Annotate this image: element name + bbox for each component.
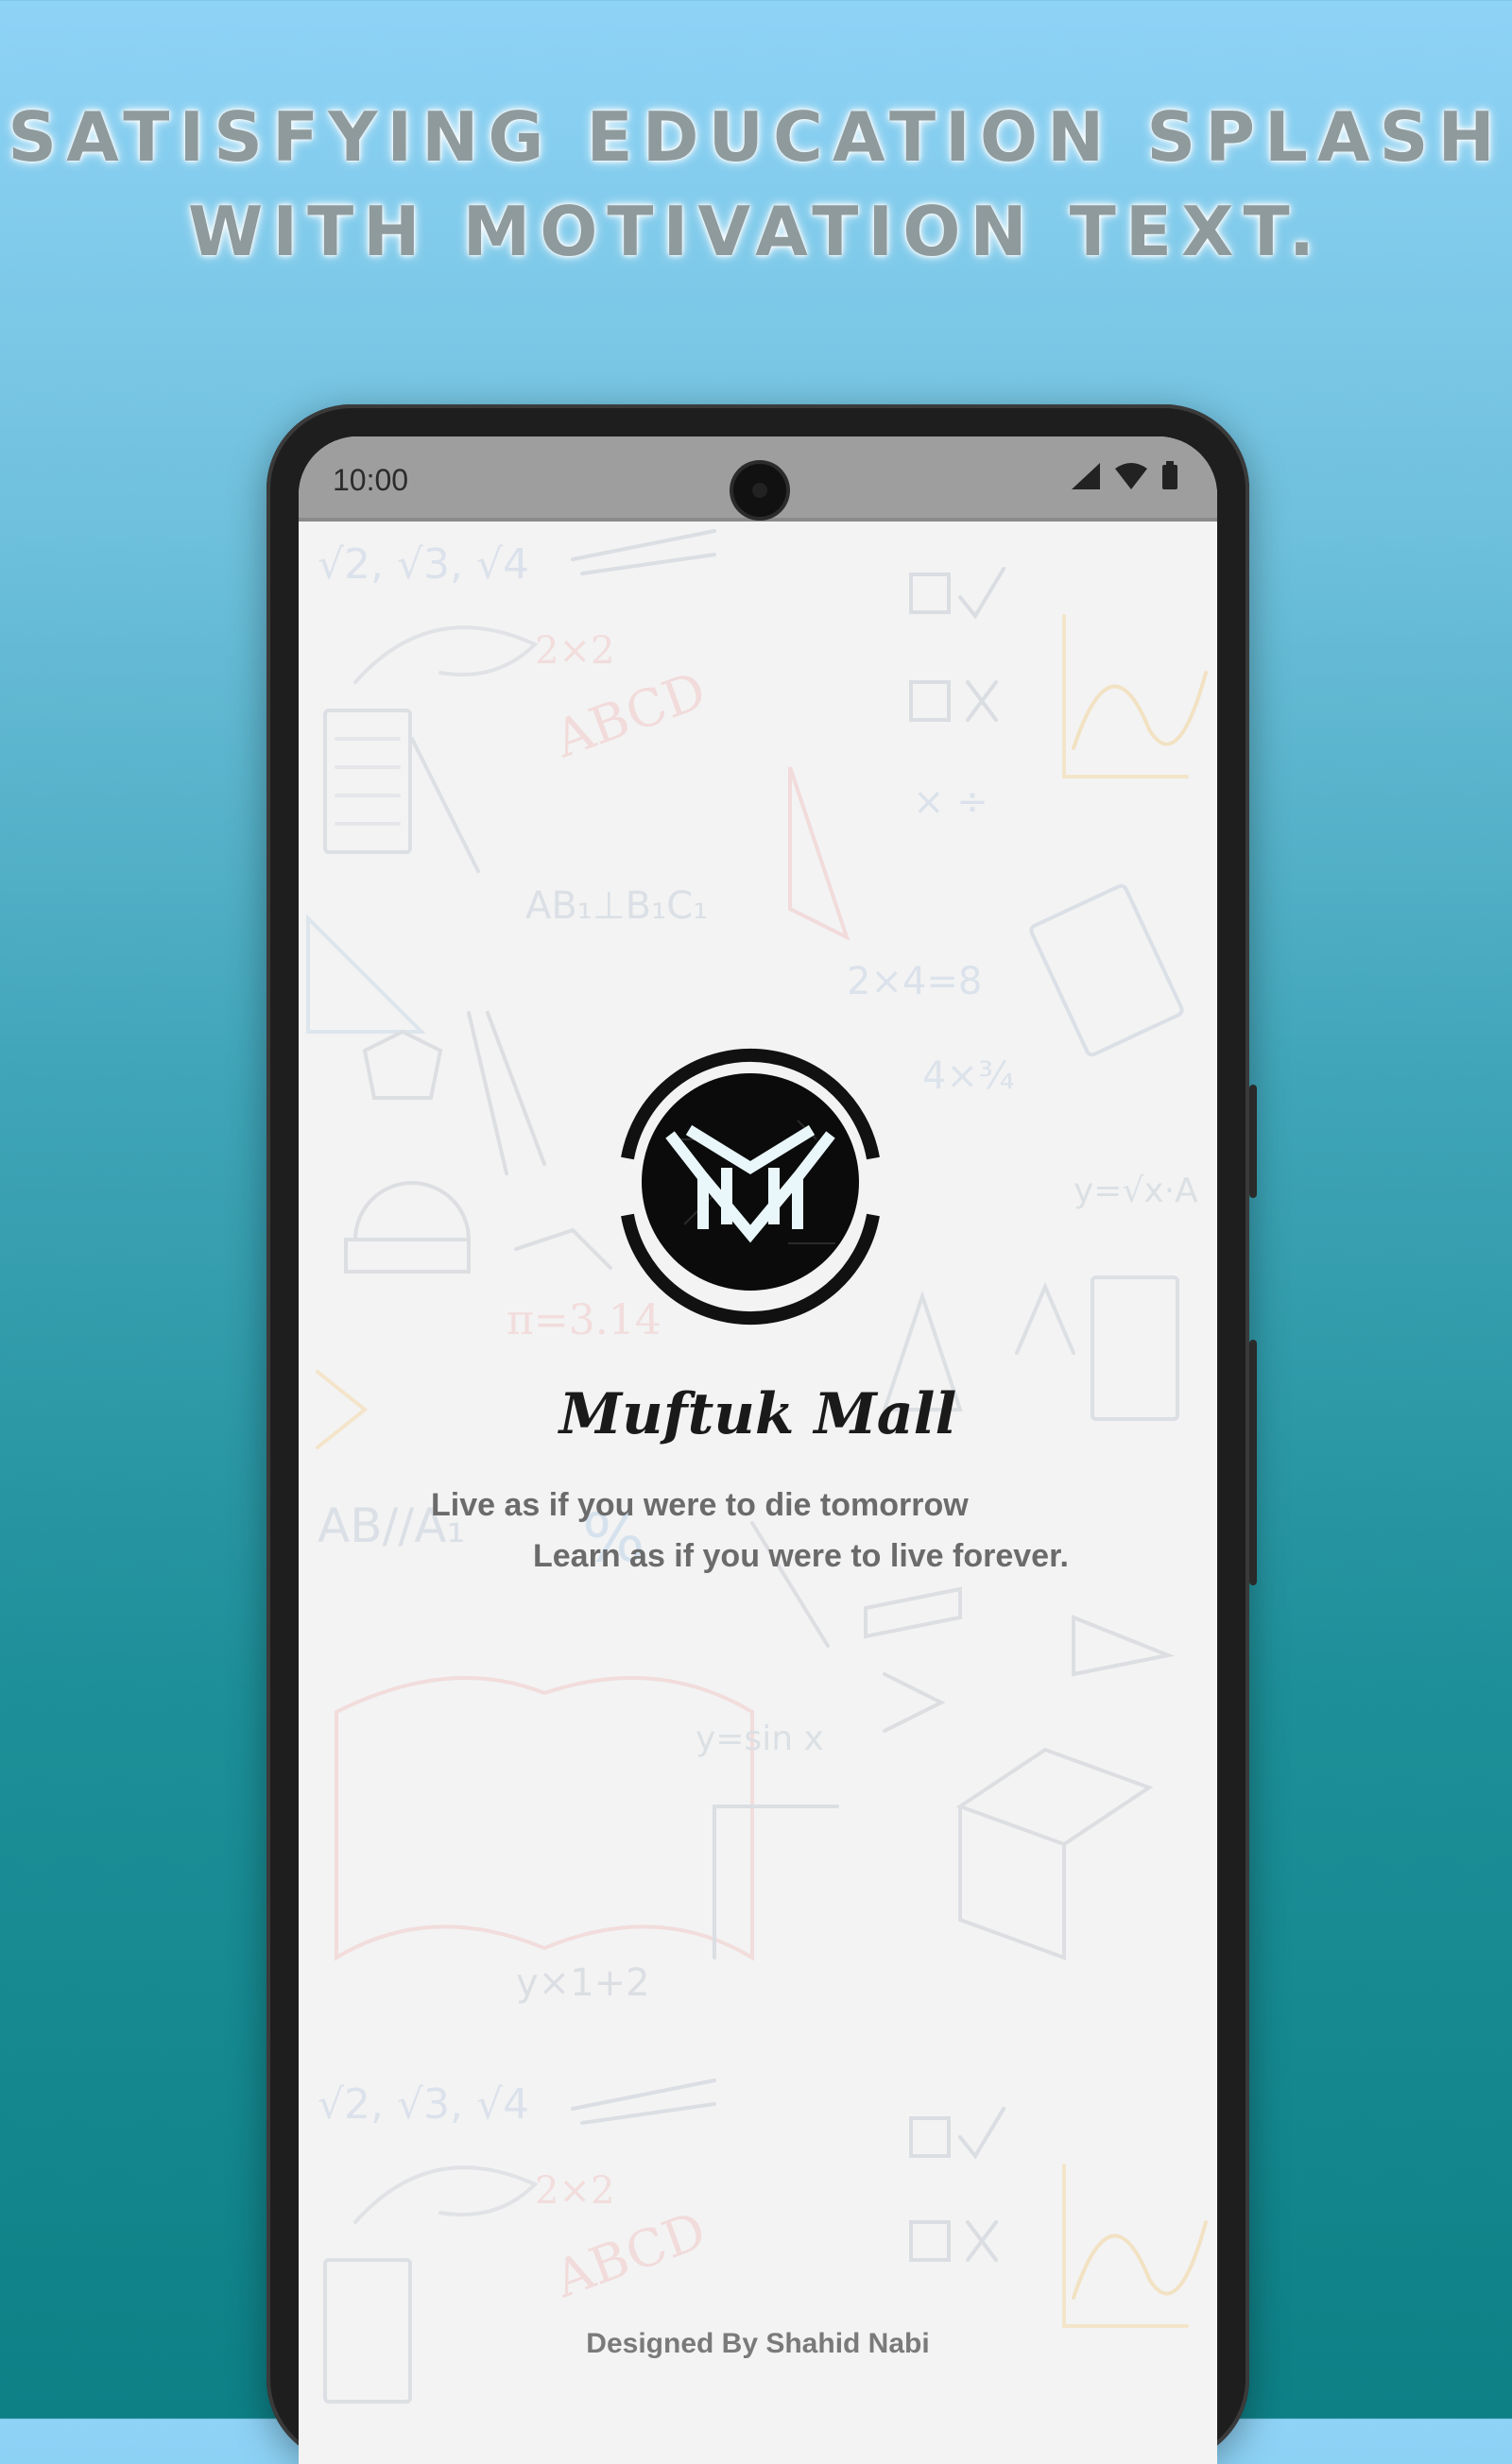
svg-text:4×¾: 4×¾ [922, 1054, 1015, 1098]
splash-screen: √2, √3, √4 2×2 ABCD × ÷ AB₁⊥B₁C₁ 2×4=8 4… [299, 436, 1217, 2464]
svg-text:ABCD: ABCD [546, 2200, 713, 2310]
volume-button [1249, 1340, 1257, 1585]
quote-line-1: Live as if you were to die tomorrow [431, 1487, 969, 1523]
svg-text:AB₁⊥B₁C₁: AB₁⊥B₁C₁ [525, 884, 708, 928]
svg-text:× ÷: × ÷ [913, 780, 988, 824]
svg-text:√2, √3, √4: √2, √3, √4 [318, 2080, 529, 2129]
promo-headline: Satisfying Education Splash with Motivat… [0, 90, 1512, 279]
wifi-icon [1115, 463, 1147, 489]
quote-line-2: Learn as if you were to live forever. [533, 1538, 1069, 1574]
svg-text:2×4=8: 2×4=8 [847, 960, 982, 1003]
promo-headline-line1: Satisfying Education Splash [8, 97, 1504, 177]
svg-text:y=√x·A: y=√x·A [1074, 1172, 1198, 1210]
status-icons [1072, 461, 1177, 489]
power-button [1249, 1085, 1257, 1198]
designer-credit: Designed By Shahid Nabi [586, 2328, 930, 2359]
status-bar: 10:00 [299, 436, 1217, 522]
battery-icon [1162, 461, 1177, 489]
status-time: 10:00 [333, 463, 409, 497]
svg-text:2×2: 2×2 [535, 629, 614, 673]
muftuk-mall-logo [599, 1026, 902, 1328]
signal-icon [1072, 463, 1100, 489]
front-camera [733, 464, 786, 517]
svg-text:√2, √3, √4: √2, √3, √4 [318, 540, 529, 589]
svg-text:2×2: 2×2 [535, 2169, 614, 2213]
svg-text:ABCD: ABCD [546, 660, 713, 770]
promo-headline-line2: with Motivation text. [187, 192, 1325, 271]
phone-frame: √2, √3, √4 2×2 ABCD × ÷ AB₁⊥B₁C₁ 2×4=8 4… [266, 404, 1257, 2464]
svg-text:y=sin x: y=sin x [696, 1720, 824, 1758]
app-name: Muftuk Mall [558, 1381, 957, 1447]
svg-text:y×1+2: y×1+2 [516, 1961, 650, 2005]
